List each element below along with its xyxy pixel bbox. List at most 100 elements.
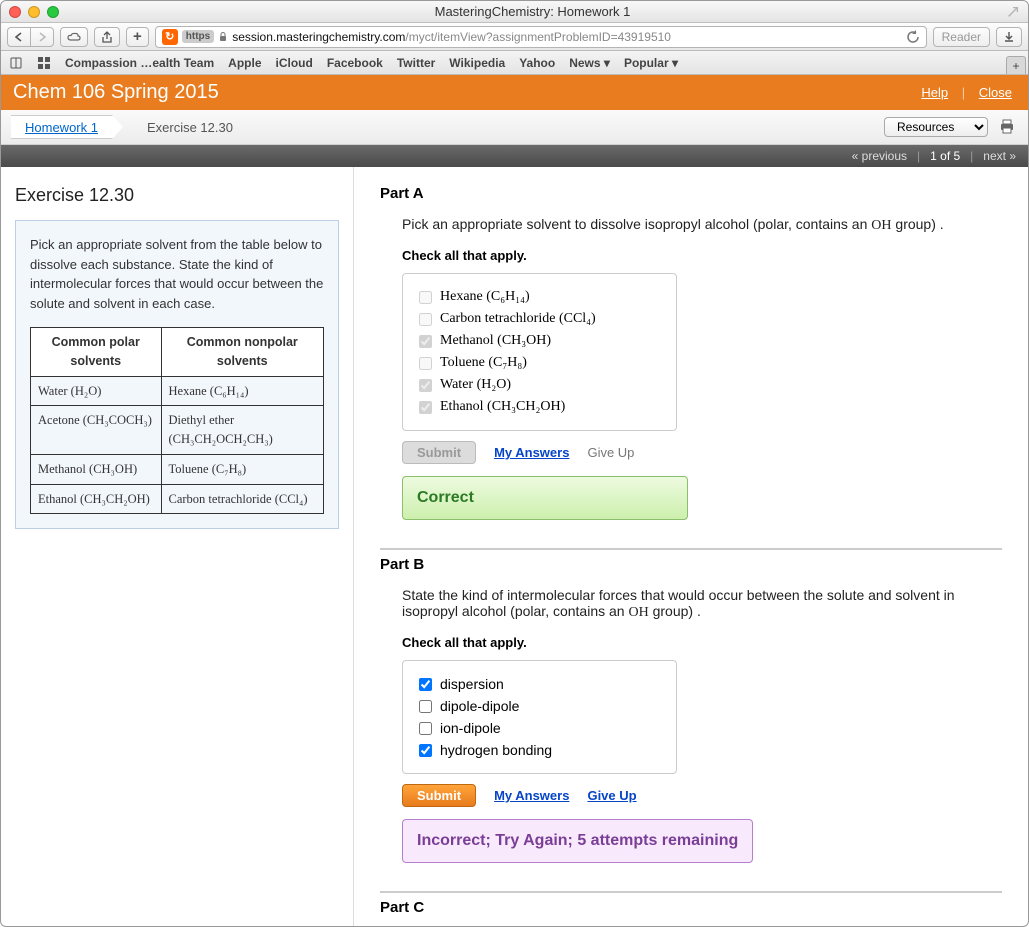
option-ccl4: Carbon tetrachloride (CCl₄) xyxy=(419,308,660,330)
option-ion-dipole: ion-dipole xyxy=(419,717,660,739)
https-badge: https xyxy=(182,30,214,43)
top-sites-icon[interactable] xyxy=(37,56,51,70)
address-bar[interactable]: ↻ https session.masteringchemistry.com/m… xyxy=(155,26,927,48)
downloads-button[interactable] xyxy=(996,27,1022,47)
instruction: Check all that apply. xyxy=(402,248,1002,263)
add-button[interactable]: + xyxy=(126,27,149,47)
breadcrumb-current: Exercise 12.30 xyxy=(131,120,249,135)
exercise-title: Exercise 12.30 xyxy=(15,185,339,206)
window-controls xyxy=(9,6,59,18)
option-dispersion: dispersion xyxy=(419,673,660,695)
checkbox[interactable] xyxy=(419,722,432,735)
option-hexane: Hexane (C₆H₁₄) xyxy=(419,286,660,308)
lock-icon xyxy=(218,32,228,42)
reader-button[interactable]: Reader xyxy=(933,27,990,47)
favicon-icon: ↻ xyxy=(162,29,178,45)
bookmark-item[interactable]: Twitter xyxy=(397,56,435,70)
window-title: MasteringChemistry: Homework 1 xyxy=(59,4,1006,19)
my-answers-link[interactable]: My Answers xyxy=(494,445,569,460)
print-icon[interactable] xyxy=(998,118,1016,136)
bookmark-item[interactable]: Facebook xyxy=(327,56,383,70)
bookmark-item[interactable]: Yahoo xyxy=(519,56,555,70)
help-link[interactable]: Help xyxy=(917,85,952,100)
submit-button[interactable]: Submit xyxy=(402,784,476,807)
give-up-link[interactable]: Give Up xyxy=(587,788,636,803)
feedback-incorrect: Incorrect; Try Again; 5 attempts remaini… xyxy=(402,819,753,863)
submit-button[interactable]: Submit xyxy=(402,441,476,464)
checkbox[interactable] xyxy=(419,313,432,326)
main-panel: Part A Pick an appropriate solvent to di… xyxy=(354,167,1028,926)
icloud-tabs-button[interactable] xyxy=(60,27,88,47)
part-c: Part C Pick an appropriate solvent to di… xyxy=(380,891,1002,926)
table-row: Methanol (CH₃OH)Toluene (C₇H₈) xyxy=(31,454,324,484)
bookmark-item[interactable]: News ▾ xyxy=(569,56,610,70)
checkbox[interactable] xyxy=(419,744,432,757)
back-button[interactable] xyxy=(7,27,30,47)
part-prompt: Pick an appropriate solvent to dissolve … xyxy=(402,216,1002,234)
table-header: Common polar solvents xyxy=(31,328,162,377)
instruction: Check all that apply. xyxy=(402,635,1002,650)
part-b: Part B State the kind of intermolecular … xyxy=(380,548,1002,863)
bookmark-item[interactable]: Apple xyxy=(228,56,261,70)
option-toluene: Toluene (C₇H₈) xyxy=(419,352,660,374)
table-row: Acetone (CH₃COCH₃)Diethyl ether (CH₃CH₂O… xyxy=(31,406,324,455)
url-host: session.masteringchemistry.com xyxy=(232,30,405,44)
checkbox[interactable] xyxy=(419,357,432,370)
bookmark-item[interactable]: iCloud xyxy=(276,56,313,70)
sidebar: Exercise 12.30 Pick an appropriate solve… xyxy=(1,167,354,926)
forward-button[interactable] xyxy=(30,27,54,47)
part-a: Part A Pick an appropriate solvent to di… xyxy=(380,185,1002,520)
zoom-window-icon[interactable] xyxy=(47,6,59,18)
exercise-intro: Pick an appropriate solvent from the tab… xyxy=(15,220,339,529)
intro-text: Pick an appropriate solvent from the tab… xyxy=(30,235,324,313)
reload-icon[interactable] xyxy=(906,30,920,44)
table-row: Water (H₂O)Hexane (C₆H₁₄) xyxy=(31,376,324,406)
checkbox[interactable] xyxy=(419,678,432,691)
part-title: Part C xyxy=(380,899,1002,916)
part-title: Part A xyxy=(380,185,1002,202)
solvent-table: Common polar solventsCommon nonpolar sol… xyxy=(30,327,324,514)
new-tab-button[interactable]: + xyxy=(1006,56,1026,74)
table-row: Ethanol (CH₃CH₂OH)Carbon tetrachloride (… xyxy=(31,484,324,514)
checkbox[interactable] xyxy=(419,401,432,414)
breadcrumb-link[interactable]: Homework 1 xyxy=(11,115,113,139)
my-answers-link[interactable]: My Answers xyxy=(494,788,569,803)
options-box: Hexane (C₆H₁₄) Carbon tetrachloride (CCl… xyxy=(402,273,677,431)
content-area: Exercise 12.30 Pick an appropriate solve… xyxy=(1,167,1028,926)
share-button[interactable] xyxy=(94,27,120,47)
option-ethanol: Ethanol (CH₃CH₂OH) xyxy=(419,396,660,418)
bookmark-item[interactable]: Wikipedia xyxy=(449,56,505,70)
reading-list-icon[interactable] xyxy=(9,56,23,70)
browser-toolbar: + ↻ https session.masteringchemistry.com… xyxy=(1,23,1028,51)
resources-dropdown[interactable]: Resources xyxy=(884,117,988,137)
option-methanol: Methanol (CH₃OH) xyxy=(419,330,660,352)
page-position: 1 of 5 xyxy=(930,149,960,163)
next-link[interactable]: next » xyxy=(983,149,1016,163)
checkbox[interactable] xyxy=(419,700,432,713)
bookmarks-bar: Compassion …ealth Team Apple iCloud Face… xyxy=(1,51,1028,75)
feedback-correct: Correct xyxy=(402,476,688,520)
pager-bar: « previous | 1 of 5 | next » xyxy=(1,145,1028,167)
checkbox[interactable] xyxy=(419,291,432,304)
url-path: /myct/itemView?assignmentProblemID=43919… xyxy=(405,30,671,44)
give-up-link[interactable]: Give Up xyxy=(587,445,634,460)
minimize-window-icon[interactable] xyxy=(28,6,40,18)
option-dipole-dipole: dipole-dipole xyxy=(419,695,660,717)
actions-row: Submit My Answers Give Up xyxy=(402,441,1002,464)
part-prompt: State the kind of intermolecular forces … xyxy=(402,587,1002,621)
prev-link[interactable]: « previous xyxy=(852,149,907,163)
checkbox[interactable] xyxy=(419,379,432,392)
checkbox[interactable] xyxy=(419,335,432,348)
breadcrumb: Homework 1 Exercise 12.30 Resources xyxy=(1,110,1028,145)
course-header: Chem 106 Spring 2015 Help | Close xyxy=(1,75,1028,110)
close-window-icon[interactable] xyxy=(9,6,21,18)
option-water: Water (H₂O) xyxy=(419,374,660,396)
bookmark-item[interactable]: Popular ▾ xyxy=(624,56,678,70)
part-title: Part B xyxy=(380,556,1002,573)
close-link[interactable]: Close xyxy=(975,85,1016,100)
bookmark-item[interactable]: Compassion …ealth Team xyxy=(65,56,214,70)
titlebar: MasteringChemistry: Homework 1 xyxy=(1,1,1028,23)
fullscreen-icon[interactable] xyxy=(1006,5,1020,19)
options-box: dispersion dipole-dipole ion-dipole hydr… xyxy=(402,660,677,774)
course-title: Chem 106 Spring 2015 xyxy=(13,81,219,104)
